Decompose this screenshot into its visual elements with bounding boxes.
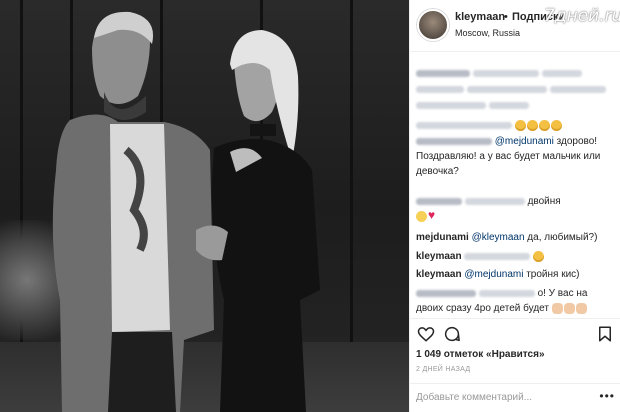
emoji-icon (416, 210, 427, 222)
couple-illustration (52, 11, 320, 412)
heart-icon[interactable] (417, 325, 435, 343)
comment-icon[interactable] (443, 325, 461, 343)
add-comment-input[interactable] (416, 392, 596, 403)
emoji-icon (550, 119, 562, 131)
comment-text: двойня (527, 196, 561, 207)
emoji-icon (526, 119, 538, 131)
comment-blurred (416, 118, 617, 133)
comment-item: kleymaan @mejdunami тройня кис) (416, 267, 617, 282)
emoji-icon (538, 119, 550, 131)
comment-item: kleymaan (416, 249, 617, 264)
comment-item: mejdunami @kleymaan да, любимый?) (416, 230, 617, 245)
emoji-icon (533, 250, 545, 262)
comment-mention[interactable]: @kleymaan (472, 232, 525, 243)
comment-username[interactable]: mejdunami (416, 232, 469, 243)
comment-item: двойня (416, 194, 617, 224)
post-timestamp: 2 ДНЕЙ НАЗАД (416, 366, 471, 373)
comment-blurred (416, 98, 617, 113)
comment-item: о! У вас на двоих сразу 4ро детей будет (416, 286, 617, 316)
post-panel: kleymaan • Подписки Moscow, Russia 7дней… (409, 0, 620, 412)
emoji-icon (514, 119, 526, 131)
heart-emoji-icon (428, 208, 438, 223)
emoji-icon (563, 302, 575, 314)
comment-text: тройня кис) (523, 269, 580, 280)
author-username[interactable]: kleymaan (455, 11, 505, 23)
comment-mention[interactable]: @mejdunami (495, 136, 554, 147)
comment-blurred (416, 82, 617, 97)
comment-username[interactable]: kleymaan (416, 251, 462, 262)
bookmark-icon[interactable] (596, 325, 614, 343)
emoji-icon (551, 302, 563, 314)
add-comment-bar: ••• (410, 383, 620, 412)
comment-username[interactable]: kleymaan (416, 269, 462, 280)
location-link[interactable]: Moscow, Russia (455, 28, 520, 38)
avatar[interactable] (417, 9, 449, 41)
comment-text: да, любимый?) (524, 232, 598, 243)
action-bar (410, 318, 620, 348)
watermark-logo: 7дней.ru (544, 6, 620, 26)
comment-blurred (416, 66, 617, 81)
comment-mention[interactable]: @mejdunami (464, 269, 523, 280)
comments-list: @mejdunami здорово! Поздравляю! а у вас … (410, 52, 620, 314)
post-header: kleymaan • Подписки Moscow, Russia 7дней… (410, 0, 620, 52)
emoji-icon (575, 302, 587, 314)
separator-dot: • (504, 11, 508, 23)
post-photo[interactable] (0, 0, 409, 412)
comment-item: @mejdunami здорово! Поздравляю! а у вас … (416, 134, 617, 179)
more-options-icon[interactable]: ••• (599, 389, 615, 403)
likes-count[interactable]: 1 049 отметок «Нравится» (416, 349, 545, 360)
